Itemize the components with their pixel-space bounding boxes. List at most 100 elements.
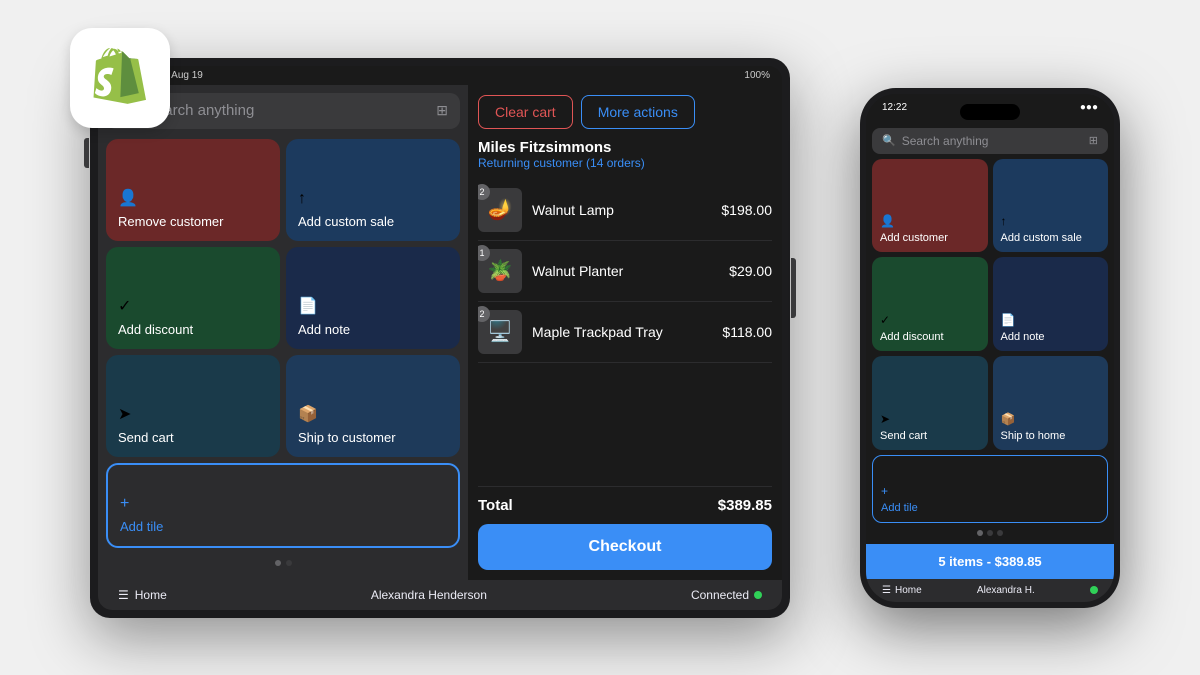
- cart-item-price-walnut-lamp: $198.00: [721, 202, 772, 218]
- tablet-connected-label: Connected: [691, 588, 749, 602]
- phone-tile-add-note-label: Add note: [1001, 331, 1101, 343]
- cart-item-price-walnut-planter: $29.00: [729, 263, 772, 279]
- customer-info: Miles Fitzsimmons Returning customer (14…: [478, 139, 772, 170]
- dot-1: [275, 560, 281, 566]
- tile-remove-customer-icon: 👤: [118, 188, 268, 208]
- tablet-screen: 9:48 AM Mon Aug 19 100% 🔍 Search anythin…: [98, 66, 782, 610]
- tablet-pagination: [106, 554, 460, 572]
- customer-name: Miles Fitzsimmons: [478, 139, 772, 156]
- tablet-status-bar: 9:48 AM Mon Aug 19 100%: [98, 66, 782, 85]
- tile-ship-to-customer[interactable]: 📦 Ship to customer: [286, 355, 460, 457]
- phone-tile-add-discount[interactable]: ✓ Add discount: [872, 257, 988, 351]
- tile-add-custom-sale[interactable]: ↑ Add custom sale: [286, 139, 460, 241]
- tile-send-cart[interactable]: ➤ Send cart: [106, 355, 280, 457]
- total-amount: $389.85: [718, 497, 772, 514]
- tablet-home-nav[interactable]: ☰ Home: [118, 588, 167, 602]
- phone-tile-add-discount-label: Add discount: [880, 331, 980, 343]
- tablet-battery: 100%: [744, 70, 770, 81]
- phone-signal: ●●●: [1080, 102, 1098, 113]
- phone-tile-add-customer[interactable]: 👤 Add customer: [872, 159, 988, 253]
- cart-total: Total $389.85: [478, 486, 772, 524]
- phone-tile-add-custom-sale-label: Add custom sale: [1001, 232, 1101, 244]
- phone-tile-send-cart-icon: ➤: [880, 412, 980, 426]
- tile-add-note-label: Add note: [298, 322, 448, 337]
- tablet-right-panel: Clear cart More actions Miles Fitzsimmon…: [468, 85, 782, 580]
- tile-add-discount[interactable]: ✓ Add discount: [106, 247, 280, 349]
- tile-ship-to-customer-icon: 📦: [298, 404, 448, 424]
- shopify-logo-icon: [90, 48, 150, 108]
- cart-item-name-maple-tray: Maple Trackpad Tray: [532, 324, 712, 340]
- tablet-home-label: Home: [135, 588, 167, 602]
- phone-notch: [960, 104, 1020, 120]
- customer-sub: Returning customer (14 orders): [478, 156, 772, 170]
- phone-tile-add-note-icon: 📄: [1001, 313, 1101, 327]
- phone-tile-add-customer-label: Add customer: [880, 232, 980, 244]
- tile-add-tile[interactable]: + Add tile: [106, 463, 460, 548]
- tile-add-custom-sale-icon: ↑: [298, 190, 448, 208]
- phone-grid-icon: ⊞: [1089, 134, 1098, 147]
- phone-tile-add-icon: +: [881, 484, 1099, 498]
- grid-icon: ⊞: [436, 102, 448, 119]
- phone-tile-add-customer-icon: 👤: [880, 214, 980, 228]
- phone-tile-send-cart-label: Send cart: [880, 430, 980, 442]
- phone-tile-add-custom-sale-icon: ↑: [1001, 214, 1101, 228]
- tablet-tiles-grid: 👤 Remove customer ↑ Add custom sale ✓ Ad…: [106, 139, 460, 457]
- phone-content: 🔍 Search anything ⊞ 👤 Add customer ↑ Add…: [866, 122, 1114, 544]
- tablet-device: 9:48 AM Mon Aug 19 100% 🔍 Search anythin…: [90, 58, 790, 618]
- cart-items-list: 🪔 2 Walnut Lamp $198.00 🪴 1 Walnut Pl: [478, 180, 772, 486]
- phone-home-nav[interactable]: ☰ Home: [882, 585, 922, 596]
- connected-dot: [754, 591, 762, 599]
- more-actions-button[interactable]: More actions: [581, 95, 695, 129]
- tablet-status: Connected: [691, 588, 762, 602]
- phone-dot-2: [987, 530, 993, 536]
- tile-add-note-icon: 📄: [298, 296, 448, 316]
- cart-item-img-maple-tray: 🖥️ 2: [478, 310, 522, 354]
- dot-2: [286, 560, 292, 566]
- phone-tile-ship-to-home[interactable]: 📦 Ship to home: [993, 356, 1109, 450]
- phone-checkout-bar[interactable]: 5 items - $389.85: [866, 544, 1114, 579]
- tile-add-discount-icon: ✓: [118, 296, 268, 316]
- phone-device: 12:22 ●●● 🔍 Search anything ⊞ 👤 Add cust…: [860, 88, 1120, 608]
- hamburger-icon: ☰: [118, 588, 129, 602]
- tablet-content: 🔍 Search anything ⊞ 👤 Remove customer ↑ …: [98, 85, 782, 580]
- phone-tile-send-cart[interactable]: ➤ Send cart: [872, 356, 988, 450]
- tile-send-cart-label: Send cart: [118, 430, 268, 445]
- phone-search-icon: 🔍: [882, 134, 896, 147]
- phone-tile-add-label: Add tile: [881, 502, 1099, 514]
- phone-search-placeholder: Search anything: [902, 134, 989, 148]
- phone-tile-ship-to-home-icon: 📦: [1001, 412, 1101, 426]
- phone-home-label: Home: [895, 585, 922, 596]
- tile-send-cart-icon: ➤: [118, 404, 268, 424]
- cart-item-img-walnut-planter: 🪴 1: [478, 249, 522, 293]
- phone-screen: 12:22 ●●● 🔍 Search anything ⊞ 👤 Add cust…: [866, 94, 1114, 602]
- clear-cart-button[interactable]: Clear cart: [478, 95, 573, 129]
- cart-item-maple-tray: 🖥️ 2 Maple Trackpad Tray $118.00: [478, 302, 772, 363]
- cart-item-walnut-lamp: 🪔 2 Walnut Lamp $198.00: [478, 180, 772, 241]
- phone-time: 12:22: [882, 102, 907, 113]
- phone-tiles-grid: 👤 Add customer ↑ Add custom sale ✓ Add d…: [872, 159, 1108, 450]
- cart-item-walnut-planter: 🪴 1 Walnut Planter $29.00: [478, 241, 772, 302]
- cart-item-name-walnut-planter: Walnut Planter: [532, 263, 719, 279]
- cart-item-name-walnut-lamp: Walnut Lamp: [532, 202, 711, 218]
- phone-dot-1: [977, 530, 983, 536]
- total-label: Total: [478, 497, 513, 514]
- tile-remove-customer-label: Remove customer: [118, 214, 268, 229]
- phone-tile-add-tile[interactable]: + Add tile: [872, 455, 1108, 523]
- phone-connected-dot: [1090, 586, 1098, 594]
- phone-user-label: Alexandra H.: [977, 585, 1035, 596]
- phone-hamburger-icon: ☰: [882, 585, 891, 596]
- checkout-button[interactable]: Checkout: [478, 524, 772, 570]
- phone-bottom-bar: ☰ Home Alexandra H.: [866, 579, 1114, 602]
- tile-add-discount-label: Add discount: [118, 322, 268, 337]
- phone-status-bar: 12:22 ●●●: [866, 94, 1114, 122]
- tile-add-note[interactable]: 📄 Add note: [286, 247, 460, 349]
- tile-add-custom-sale-label: Add custom sale: [298, 214, 448, 229]
- cart-item-price-maple-tray: $118.00: [722, 324, 772, 340]
- tile-ship-to-customer-label: Ship to customer: [298, 430, 448, 445]
- tablet-bottom-bar: ☰ Home Alexandra Henderson Connected: [98, 580, 782, 610]
- tile-remove-customer[interactable]: 👤 Remove customer: [106, 139, 280, 241]
- phone-tile-add-note[interactable]: 📄 Add note: [993, 257, 1109, 351]
- phone-search-bar[interactable]: 🔍 Search anything ⊞: [872, 128, 1108, 154]
- phone-tile-add-custom-sale[interactable]: ↑ Add custom sale: [993, 159, 1109, 253]
- tile-add-tile-label: Add tile: [120, 519, 446, 534]
